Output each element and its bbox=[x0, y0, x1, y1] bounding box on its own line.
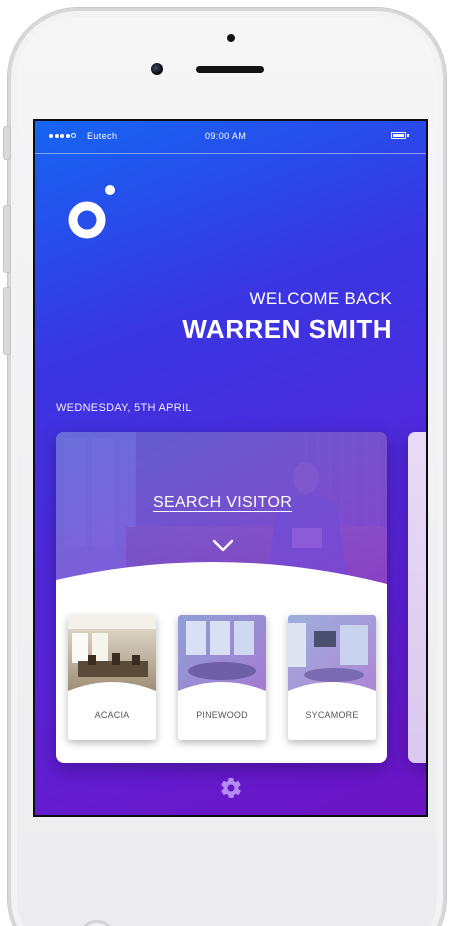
next-card-peek[interactable] bbox=[408, 432, 426, 763]
carrier-name: Eutech bbox=[87, 131, 118, 141]
hero-photo bbox=[56, 432, 387, 602]
search-visitor-card[interactable]: SEARCH VISITOR ACACIA PINEWOOD SYCAMORE bbox=[56, 432, 387, 763]
room-list: ACACIA PINEWOOD SYCAMORE bbox=[68, 615, 376, 740]
chevron-down-icon[interactable] bbox=[212, 539, 234, 553]
room-name: SYCAMORE bbox=[305, 710, 359, 720]
app-screen: Eutech 09:00 AM WELCOME BACK WARREN SMIT… bbox=[33, 119, 428, 817]
room-photo bbox=[68, 615, 156, 695]
signal-strength-icon bbox=[49, 133, 76, 138]
room-card-sycamore[interactable]: SYCAMORE bbox=[288, 615, 376, 740]
room-name: PINEWOOD bbox=[196, 710, 248, 720]
room-photo bbox=[288, 615, 376, 695]
room-name: ACACIA bbox=[94, 710, 130, 720]
current-date: WEDNESDAY, 5TH APRIL bbox=[56, 402, 192, 414]
welcome-label: WELCOME BACK bbox=[249, 289, 392, 308]
battery-icon bbox=[391, 132, 406, 139]
room-photo bbox=[178, 615, 266, 695]
room-card-acacia[interactable]: ACACIA bbox=[68, 615, 156, 740]
gear-icon[interactable] bbox=[219, 776, 243, 800]
room-card-pinewood[interactable]: PINEWOOD bbox=[178, 615, 266, 740]
device-stage: Eutech 09:00 AM WELCOME BACK WARREN SMIT… bbox=[0, 0, 449, 926]
app-logo-icon bbox=[68, 185, 115, 239]
volume-down-button bbox=[3, 287, 11, 355]
status-bar: Eutech 09:00 AM bbox=[35, 121, 426, 154]
proximity-sensor bbox=[227, 34, 235, 42]
earpiece-speaker bbox=[196, 66, 264, 73]
status-time: 09:00 AM bbox=[205, 131, 247, 141]
search-visitor-link[interactable]: SEARCH VISITOR bbox=[153, 494, 292, 512]
user-name: WARREN SMITH bbox=[182, 314, 392, 344]
mute-switch bbox=[3, 126, 11, 160]
card-hero[interactable]: SEARCH VISITOR bbox=[56, 432, 387, 602]
volume-up-button bbox=[3, 205, 11, 273]
front-camera bbox=[151, 63, 163, 75]
